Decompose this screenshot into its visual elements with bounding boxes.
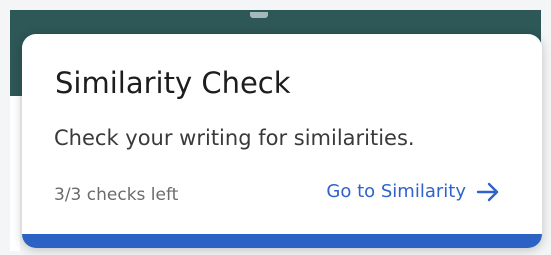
arrow-right-icon [476,182,499,201]
similarity-check-card: Similarity Check Check your writing for … [22,34,542,248]
card-footer-bar [22,234,542,248]
background-strip [10,96,20,251]
card-description: Check your writing for similarities. [54,126,415,150]
go-to-similarity-label: Go to Similarity [326,181,466,202]
card-title: Similarity Check [55,66,291,100]
banner-partial-glyph [250,12,268,18]
go-to-similarity-link[interactable]: Go to Similarity [326,181,500,202]
checks-left-count: 3/3 checks left [54,185,179,205]
